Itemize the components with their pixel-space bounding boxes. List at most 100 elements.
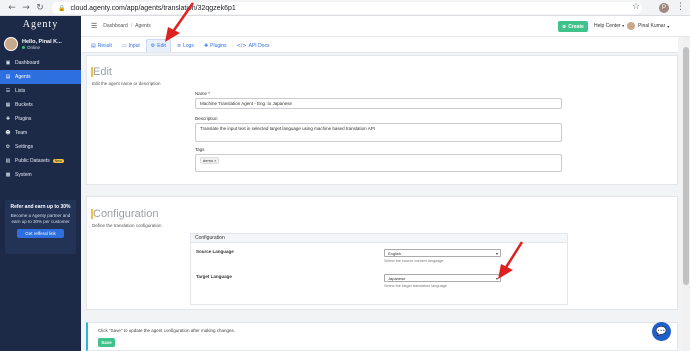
scroll-thumb[interactable]	[683, 47, 689, 285]
sidebar-item-dashboard[interactable]: ▣ Dashboard	[0, 56, 81, 70]
plus-circle-icon: ⊕	[562, 23, 567, 30]
user-status: Online	[22, 45, 62, 50]
save-hint: Click "Save" to update the agent configu…	[98, 328, 236, 333]
sidebar-item-label: Settings	[15, 144, 34, 150]
input-icon: ▭	[121, 42, 127, 49]
avatar	[627, 22, 635, 30]
breadcrumb-separator: /	[130, 23, 133, 29]
arrow-shaft	[503, 241, 524, 270]
settings-icon: ⚙	[5, 144, 11, 150]
referral-promo: Refer and earn up to 30% Become a Agenty…	[5, 200, 76, 254]
lock-icon: 🔒	[58, 4, 66, 12]
address-bar[interactable]: 🔒 cloud.agenty.com/app/agents/translatio…	[52, 2, 642, 14]
dashboard-icon: ▣	[5, 60, 11, 66]
arrow-head	[498, 264, 513, 279]
configuration-panel: Configuration Define the translation con…	[86, 196, 678, 310]
arrow-head	[165, 27, 180, 42]
tab-api-docs[interactable]: </> API Docs	[233, 39, 274, 52]
save-button[interactable]: Save	[98, 338, 115, 347]
configuration-title: Configuration	[90, 208, 159, 220]
code-icon: </>	[236, 42, 247, 49]
sidebar-item-public-datasets[interactable]: ▧ Public Datasets New	[0, 154, 81, 168]
hamburger-menu-icon[interactable]: ☰	[91, 22, 97, 30]
sidebar-item-label: Buckets	[15, 102, 33, 108]
breadcrumb: Dashboard / Agents	[103, 23, 150, 29]
name-input[interactable]: Machine Translation Agent - Eng. to Japa…	[195, 98, 562, 109]
annotation-arrow-icon	[165, 2, 195, 42]
online-dot-icon	[22, 45, 25, 49]
breadcrumb-agents[interactable]: Agents	[135, 23, 151, 29]
tags-label: Tags	[195, 147, 205, 152]
system-icon: ▩	[5, 172, 11, 178]
result-icon: ▤	[91, 42, 96, 49]
buckets-icon: ▦	[5, 102, 11, 108]
chat-support-button[interactable]: 💬	[652, 322, 671, 341]
browser-toolbar: ← → ↻ 🔒 cloud.agenty.com/app/agents/tran…	[0, 0, 690, 16]
annotation-arrow-icon	[498, 241, 524, 279]
agents-icon: ▤	[5, 74, 11, 80]
create-button[interactable]: ⊕ Create	[558, 21, 588, 32]
source-language-label: Source Language	[196, 249, 234, 254]
edit-panel: Edit Edit the agent name or description …	[86, 55, 678, 185]
sidebar-menu: ▣ Dashboard ▤ Agents ☰ Lists ▦ Buckets ✚…	[0, 56, 81, 182]
sidebar-item-label: Lists	[15, 88, 26, 94]
tag-chip[interactable]: demo ×	[200, 157, 220, 164]
plugins-tab-icon: ✚	[203, 42, 209, 49]
chevron-down-icon: ▾	[622, 23, 625, 28]
bookmark-star-icon[interactable]: ☆	[632, 2, 640, 12]
sidebar-item-plugins[interactable]: ✚ Plugins	[0, 112, 81, 126]
sidebar-item-label: Dashboard	[15, 60, 40, 66]
source-language-help: Select the source content language	[384, 259, 444, 263]
lists-icon: ☰	[5, 88, 11, 94]
sidebar-item-label: Public Datasets	[15, 158, 50, 164]
tab-input[interactable]: ▭ Input	[118, 39, 144, 52]
description-label: Description	[195, 116, 218, 121]
chat-icon: 💬	[655, 326, 668, 337]
sidebar-item-buckets[interactable]: ▦ Buckets	[0, 98, 81, 112]
sidebar-item-agents[interactable]: ▤ Agents	[0, 70, 81, 84]
sidebar-item-label: System	[15, 172, 32, 178]
sidebar-item-lists[interactable]: ☰ Lists	[0, 84, 81, 98]
app-logo[interactable]: Agenty	[0, 16, 81, 32]
plugins-icon: ✚	[5, 116, 11, 122]
tab-plugins[interactable]: ✚ Plugins	[200, 39, 231, 52]
configuration-subtitle: Define the translation configuration	[92, 223, 162, 228]
back-icon[interactable]: ←	[6, 2, 18, 14]
scrollbar[interactable]	[682, 37, 690, 351]
edit-subtitle: Edit the agent name or description	[92, 81, 161, 86]
target-language-label: Target Language	[196, 274, 232, 279]
user-dropdown[interactable]: Pinal Kumar ▾	[627, 22, 669, 30]
sidebar-item-label: Team	[15, 130, 28, 136]
sidebar-item-settings[interactable]: ⚙ Settings	[0, 140, 81, 154]
sidebar-item-system[interactable]: ▩ System	[0, 168, 81, 182]
help-center-dropdown[interactable]: Help Center ▾	[594, 23, 624, 29]
sidebar-item-label: Agents	[15, 74, 31, 80]
sidebar-user: Hello, Pinal K... Online	[0, 32, 81, 56]
chevron-down-icon: ▾	[667, 23, 670, 29]
remove-tag-icon[interactable]: ×	[214, 158, 216, 163]
target-language-help: Select the target translation language	[384, 284, 447, 288]
avatar	[4, 37, 18, 51]
promo-text: Become a Agenty partner and earn up to 3…	[10, 213, 71, 224]
source-language-select[interactable]: English ▾	[384, 249, 501, 257]
name-label: Name *	[195, 91, 211, 96]
forward-icon[interactable]: →	[20, 2, 32, 14]
referral-link-button[interactable]: Get refferal link	[17, 229, 64, 238]
target-language-select[interactable]: Japanese ▾	[384, 274, 501, 282]
save-bar: Click "Save" to update the agent configu…	[86, 322, 678, 351]
tab-result[interactable]: ▤ Result	[87, 39, 116, 52]
sidebar-item-label: Plugins	[15, 116, 32, 122]
description-textarea[interactable]: Translate the input text in selected tar…	[195, 123, 562, 142]
datasets-icon: ▧	[5, 158, 11, 164]
breadcrumb-dashboard[interactable]: Dashboard	[103, 23, 127, 29]
sidebar: Agenty Hello, Pinal K... Online ▣ Dashbo…	[0, 16, 81, 351]
browser-profile-avatar[interactable]: P	[659, 3, 669, 13]
browser-menu-icon[interactable]: ⋮	[676, 2, 685, 12]
tags-input[interactable]: demo ×	[195, 154, 562, 172]
reload-icon[interactable]: ↻	[34, 2, 46, 14]
team-icon: ☻	[5, 130, 11, 136]
new-badge: New	[52, 159, 64, 163]
sidebar-item-team[interactable]: ☻ Team	[0, 126, 81, 140]
arrow-shaft	[170, 2, 195, 34]
promo-title: Refer and earn up to 30%	[10, 204, 71, 210]
